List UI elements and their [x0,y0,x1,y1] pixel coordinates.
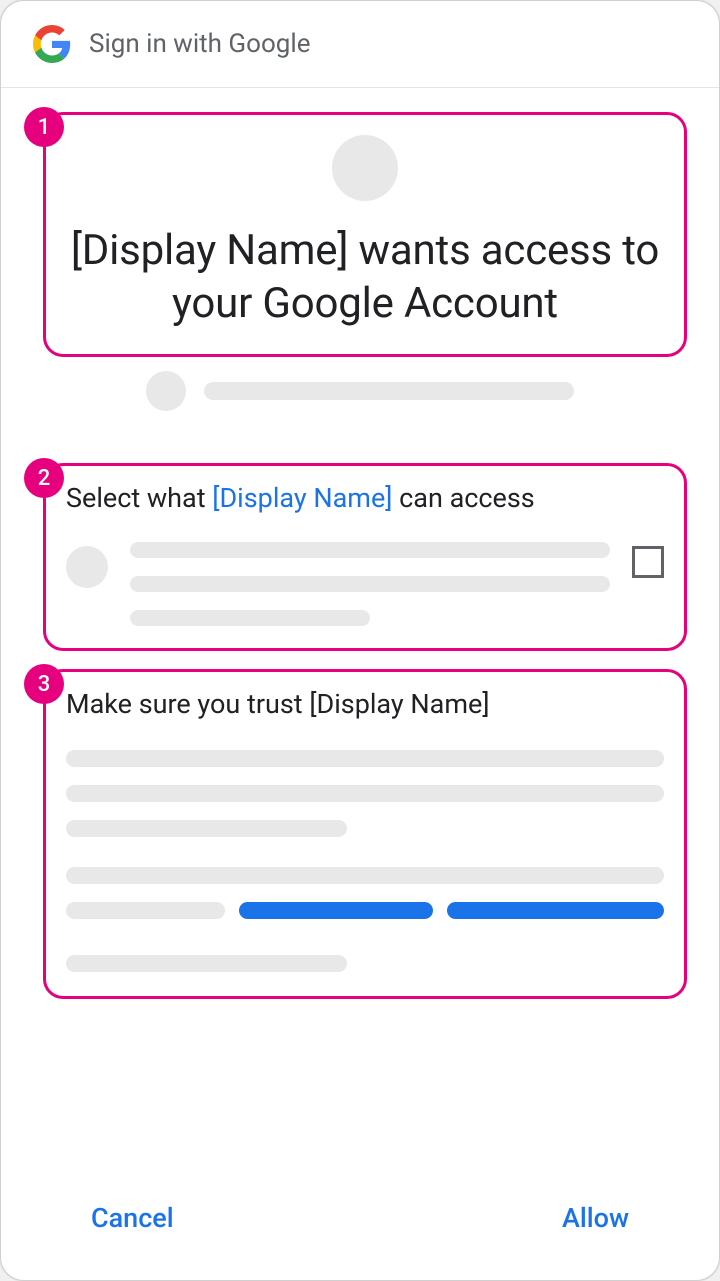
trust-heading: Make sure you trust [Display Name] [66,688,664,720]
section-app-identity: 1 [Display Name] wants access to your Go… [43,112,687,357]
scope-heading-appname: [Display Name] [212,482,392,514]
consent-heading: [Display Name] wants access to your Goog… [70,225,660,330]
annotation-badge-1: 1 [24,107,64,147]
header: Sign in with Google [1,1,719,88]
scope-heading-prefix: Select what [66,482,212,514]
allow-button[interactable]: Allow [562,1202,629,1234]
permission-checkbox[interactable] [632,546,664,578]
section-trust-warning: 3 Make sure you trust [Display Name] [43,669,687,999]
app-logo-placeholder [332,135,398,201]
text-placeholder [66,902,225,919]
cancel-button[interactable]: Cancel [91,1202,174,1234]
account-avatar-placeholder [146,371,186,411]
section-scope-selection: 2 Select what [Display Name] can access [43,463,687,651]
trust-paragraph-2-placeholder [66,867,664,972]
account-email-placeholder [204,382,574,400]
content: 1 [Display Name] wants access to your Go… [1,88,719,1174]
oauth-consent-dialog: Sign in with Google 1 [Display Name] wan… [0,0,720,1281]
annotation-badge-2: 2 [24,458,64,498]
link-placeholder[interactable] [447,902,664,919]
scope-heading-suffix: can access [392,482,534,514]
trust-paragraph-1-placeholder [66,750,664,837]
permission-item [66,542,664,630]
header-title: Sign in with Google [89,29,311,59]
permission-icon-placeholder [66,546,108,588]
permission-description-placeholder [130,542,610,630]
scope-heading: Select what [Display Name] can access [66,482,664,514]
footer-actions: Cancel Allow [1,1174,719,1280]
annotation-badge-3: 3 [24,664,64,704]
link-placeholder[interactable] [239,902,433,919]
google-logo-icon [33,25,71,63]
account-selector-row[interactable] [33,371,687,411]
